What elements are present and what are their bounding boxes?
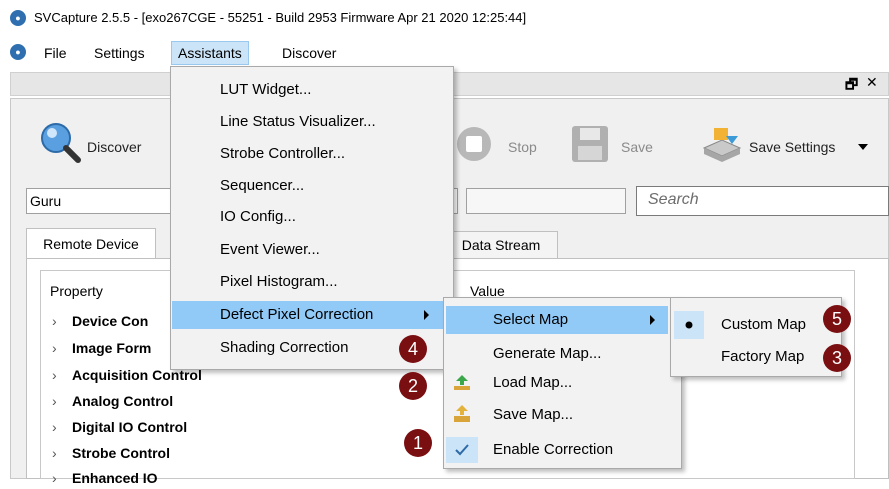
column-property[interactable]: Property: [50, 283, 103, 299]
menu-file[interactable]: File: [38, 42, 73, 64]
chevron-right-icon: ›: [52, 367, 57, 383]
radio-selected-icon: [674, 311, 704, 339]
discover-label[interactable]: Discover: [87, 139, 141, 155]
chevron-right-icon: ›: [52, 313, 57, 329]
float-window-icon[interactable]: 🗗: [845, 74, 858, 98]
device-selector-value: Guru: [30, 193, 62, 209]
tree-row[interactable]: › Image Form: [52, 337, 151, 359]
chevron-right-icon: ›: [52, 340, 57, 356]
menu-item-enable-correction[interactable]: Enable Correction: [446, 436, 680, 464]
callout-badge-5: 5: [823, 305, 851, 333]
menu-item-lut-widget[interactable]: LUT Widget...: [171, 76, 453, 104]
stop-icon: [457, 127, 491, 161]
save-button[interactable]: [570, 124, 610, 164]
menu-item-select-map[interactable]: Select Map: [446, 306, 668, 334]
magnifier-icon: [41, 123, 81, 163]
menu-item-event-viewer[interactable]: Event Viewer...: [171, 236, 453, 264]
chevron-right-icon: ›: [52, 470, 57, 486]
save-label[interactable]: Save: [621, 139, 653, 155]
tree-row[interactable]: › Digital IO Control: [52, 416, 187, 438]
window-title: SVCapture 2.5.5 - [exo267CGE - 55251 - B…: [34, 10, 527, 25]
submenu-arrow-icon: [650, 315, 655, 325]
menu-item-load-map[interactable]: Load Map...: [446, 369, 680, 397]
menu-item-factory-map[interactable]: Factory Map: [704, 343, 840, 371]
menu-item-io-config[interactable]: IO Config...: [171, 203, 453, 231]
menu-item-line-status-visualizer[interactable]: Line Status Visualizer...: [171, 108, 453, 136]
chevron-down-icon[interactable]: [858, 144, 868, 150]
stop-label[interactable]: Stop: [508, 139, 537, 155]
tree-row-label: Strobe Control: [72, 445, 170, 461]
close-icon[interactable]: ✕: [866, 74, 878, 91]
tab-remote-device[interactable]: Remote Device: [26, 228, 156, 259]
search-placeholder: Search: [648, 191, 699, 208]
app-eye-icon[interactable]: ●: [10, 10, 26, 26]
tree-row-label: Digital IO Control: [72, 419, 188, 435]
callout-badge-4: 4: [399, 335, 427, 363]
tree-row-label: Image Form: [72, 340, 152, 356]
tree-row[interactable]: › Device Con: [52, 310, 148, 332]
chevron-right-icon: ›: [52, 393, 57, 409]
discover-button[interactable]: [38, 120, 82, 164]
tree-row-label: Analog Control: [72, 393, 174, 409]
callout-badge-2: 2: [399, 372, 427, 400]
chevron-right-icon: ›: [52, 445, 57, 461]
callout-badge-3: 3: [823, 344, 851, 372]
menu-assistants[interactable]: Assistants: [171, 41, 249, 65]
menu-item-save-map[interactable]: Save Map...: [446, 401, 680, 429]
menu-item-pixel-histogram[interactable]: Pixel Histogram...: [171, 268, 453, 296]
tree-row-label: Enhanced IO: [72, 470, 158, 486]
menu-discover[interactable]: Discover: [276, 42, 342, 64]
save-settings-icon[interactable]: [700, 124, 744, 164]
menu-settings[interactable]: Settings: [88, 42, 151, 64]
tree-row[interactable]: › Enhanced IO: [52, 467, 158, 489]
menu-item-defect-pixel-correction[interactable]: Defect Pixel Correction: [172, 301, 443, 329]
callout-badge-1: 1: [404, 429, 432, 457]
menu-item-generate-map[interactable]: Generate Map...: [446, 340, 680, 368]
menu-item-sequencer[interactable]: Sequencer...: [171, 172, 453, 200]
tab-data-stream[interactable]: Data Stream: [444, 231, 558, 258]
tree-row[interactable]: › Strobe Control: [52, 442, 170, 464]
tree-row[interactable]: › Analog Control: [52, 390, 173, 412]
stop-button[interactable]: [456, 126, 492, 162]
filter-field[interactable]: [466, 188, 626, 214]
submenu-arrow-icon: [424, 310, 429, 320]
chevron-right-icon: ›: [52, 419, 57, 435]
save-settings-label[interactable]: Save Settings: [749, 139, 835, 155]
tree-row-label: Device Con: [72, 313, 149, 329]
menu-item-strobe-controller[interactable]: Strobe Controller...: [171, 140, 453, 168]
floppy-disk-icon: [572, 126, 608, 162]
app-menu-icon[interactable]: ●: [10, 44, 26, 60]
menu-item-custom-map[interactable]: Custom Map: [704, 311, 840, 339]
